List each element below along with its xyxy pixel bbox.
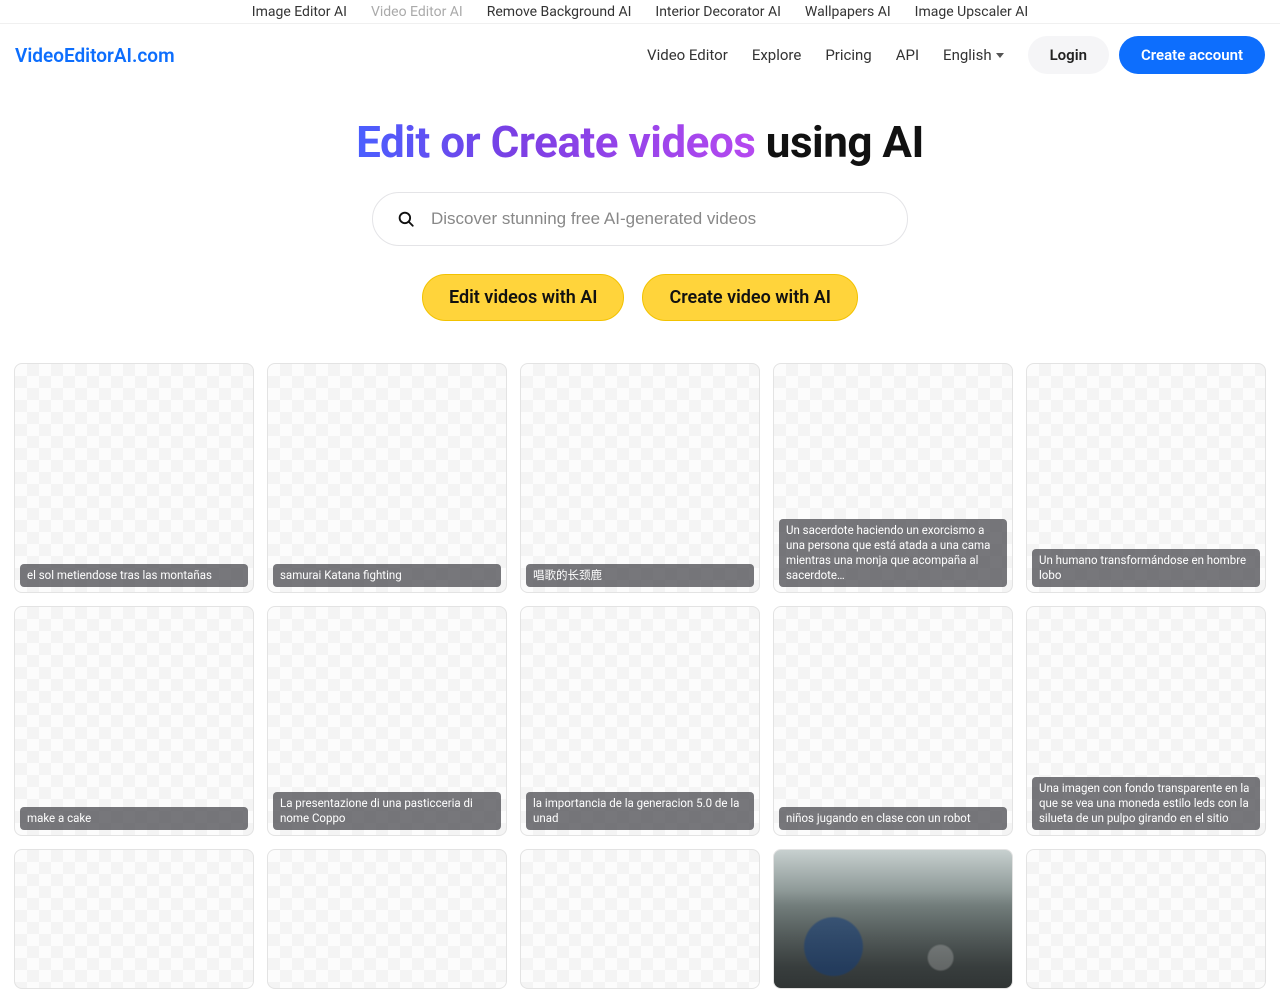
- video-card[interactable]: samurai Katana fighting: [267, 363, 507, 593]
- topbar-item-image-upscaler[interactable]: Image Upscaler AI: [915, 4, 1029, 20]
- login-button[interactable]: Login: [1028, 36, 1109, 74]
- topbar-item-wallpapers[interactable]: Wallpapers AI: [805, 4, 891, 20]
- chevron-down-icon: [996, 53, 1004, 58]
- video-card[interactable]: Un humano transformándose en hombre lobo: [1026, 363, 1266, 593]
- auth-buttons: Login Create account: [1028, 36, 1265, 74]
- video-card[interactable]: la importancia de la generacion 5.0 de l…: [520, 606, 760, 836]
- header: VideoEditorAI.com Video Editor Explore P…: [0, 24, 1280, 86]
- hero: Edit or Create videos using AI Edit vide…: [0, 116, 1280, 321]
- language-label: English: [943, 46, 992, 64]
- video-card[interactable]: niños jugando en clase con un robot: [773, 606, 1013, 836]
- site-logo[interactable]: VideoEditorAI.com: [15, 44, 175, 67]
- hero-title-rest: using AI: [755, 116, 924, 168]
- video-card-caption: make a cake: [20, 807, 248, 830]
- cta-row: Edit videos with AI Create video with AI: [20, 274, 1260, 321]
- topbar-item-video-editor[interactable]: Video Editor AI: [371, 4, 463, 20]
- video-card[interactable]: La presentazione di una pasticceria di n…: [267, 606, 507, 836]
- video-card-caption: niños jugando en clase con un robot: [779, 807, 1007, 830]
- video-card[interactable]: [14, 849, 254, 989]
- topbar-item-interior-decorator[interactable]: Interior Decorator AI: [655, 4, 781, 20]
- video-card[interactable]: [520, 849, 760, 989]
- video-card[interactable]: [773, 849, 1013, 989]
- video-grid: el sol metiendose tras las montañas samu…: [0, 363, 1280, 989]
- topbar-item-remove-bg[interactable]: Remove Background AI: [487, 4, 632, 20]
- search-bar[interactable]: [372, 192, 908, 246]
- nav-video-editor[interactable]: Video Editor: [647, 46, 728, 64]
- topbar: Image Editor AI Video Editor AI Remove B…: [0, 0, 1280, 24]
- video-card[interactable]: make a cake: [14, 606, 254, 836]
- topbar-item-image-editor[interactable]: Image Editor AI: [252, 4, 347, 20]
- video-card-caption: La presentazione di una pasticceria di n…: [273, 792, 501, 830]
- search-icon: [397, 210, 415, 228]
- primary-nav: Video Editor Explore Pricing API English…: [647, 36, 1265, 74]
- nav-pricing[interactable]: Pricing: [825, 46, 871, 64]
- video-card[interactable]: 唱歌的长颈鹿: [520, 363, 760, 593]
- create-account-button[interactable]: Create account: [1119, 36, 1265, 74]
- video-card[interactable]: Una imagen con fondo transparente en la …: [1026, 606, 1266, 836]
- language-dropdown[interactable]: English: [943, 46, 1004, 64]
- video-card[interactable]: el sol metiendose tras las montañas: [14, 363, 254, 593]
- edit-videos-button[interactable]: Edit videos with AI: [422, 274, 624, 321]
- video-card-caption: samurai Katana fighting: [273, 564, 501, 587]
- create-video-button[interactable]: Create video with AI: [642, 274, 858, 321]
- search-input[interactable]: [431, 209, 883, 229]
- video-card[interactable]: [1026, 849, 1266, 989]
- video-card-caption: Un humano transformándose en hombre lobo: [1032, 549, 1260, 587]
- video-card-caption: el sol metiendose tras las montañas: [20, 564, 248, 587]
- video-card-caption: 唱歌的长颈鹿: [526, 564, 754, 587]
- video-card-caption: Un sacerdote haciendo un exorcismo a una…: [779, 519, 1007, 587]
- video-card-caption: Una imagen con fondo transparente en la …: [1032, 777, 1260, 830]
- hero-title: Edit or Create videos using AI: [20, 116, 1260, 168]
- nav-api[interactable]: API: [896, 46, 919, 64]
- hero-title-gradient: Edit or Create videos: [356, 116, 755, 168]
- video-card[interactable]: Un sacerdote haciendo un exorcismo a una…: [773, 363, 1013, 593]
- video-card[interactable]: [267, 849, 507, 989]
- nav-explore[interactable]: Explore: [752, 46, 802, 64]
- video-card-caption: la importancia de la generacion 5.0 de l…: [526, 792, 754, 830]
